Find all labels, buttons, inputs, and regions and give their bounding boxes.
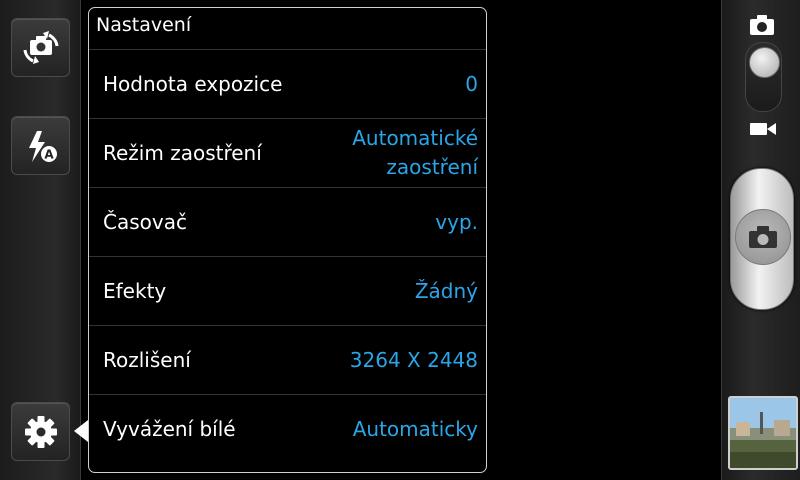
left-toolbar: A [0, 0, 81, 480]
settings-list: Hodnota expozice 0 Režim zaostření Autom… [89, 49, 486, 463]
settings-button[interactable] [11, 402, 70, 461]
setting-label: Časovač [103, 210, 187, 234]
setting-value: 3264 X 2448 [349, 347, 478, 372]
photo-mode-icon [750, 15, 774, 35]
setting-label: Rozlišení [103, 348, 191, 372]
setting-timer[interactable]: Časovač vyp. [89, 187, 486, 256]
setting-label: Vyvážení bílé [103, 417, 236, 441]
setting-value: Automatické zaostření [352, 126, 478, 179]
setting-value: Žádný [414, 278, 478, 303]
svg-text:A: A [44, 147, 54, 161]
setting-label: Režim zaostření [103, 141, 262, 165]
shutter-inner [735, 209, 791, 265]
switch-camera-icon [23, 30, 58, 64]
setting-effects[interactable]: Efekty Žádný [89, 256, 486, 325]
photo-video-toggle[interactable] [745, 42, 782, 112]
setting-label: Efekty [103, 279, 167, 303]
setting-value: Automaticky [352, 416, 478, 441]
setting-exposure[interactable]: Hodnota expozice 0 [89, 49, 486, 118]
setting-label: Hodnota expozice [103, 72, 283, 96]
setting-value: 0 [465, 71, 478, 96]
setting-resolution[interactable]: Rozlišení 3264 X 2448 [89, 325, 486, 394]
last-photo-thumbnail[interactable] [728, 396, 798, 470]
setting-white-balance[interactable]: Vyvážení bílé Automaticky [89, 394, 486, 463]
settings-gear-icon [24, 415, 57, 448]
settings-pointer-arrow [74, 420, 88, 442]
setting-value: vyp. [435, 209, 478, 234]
shutter-button[interactable] [730, 168, 794, 310]
switch-camera-button[interactable] [11, 18, 70, 77]
right-toolbar [721, 0, 800, 480]
setting-focus-mode[interactable]: Režim zaostření Automatické zaostření [89, 118, 486, 187]
video-mode-icon [750, 123, 776, 135]
flash-auto-icon: A [28, 130, 57, 162]
flash-mode-button[interactable]: A [11, 116, 70, 175]
shutter-camera-icon [749, 226, 777, 248]
panel-title: Nastavení [96, 14, 192, 36]
settings-panel: Nastavení Hodnota expozice 0 Režim zaost… [88, 7, 487, 473]
toggle-knob[interactable] [749, 47, 780, 78]
photo-thumbnail-image [730, 398, 796, 468]
